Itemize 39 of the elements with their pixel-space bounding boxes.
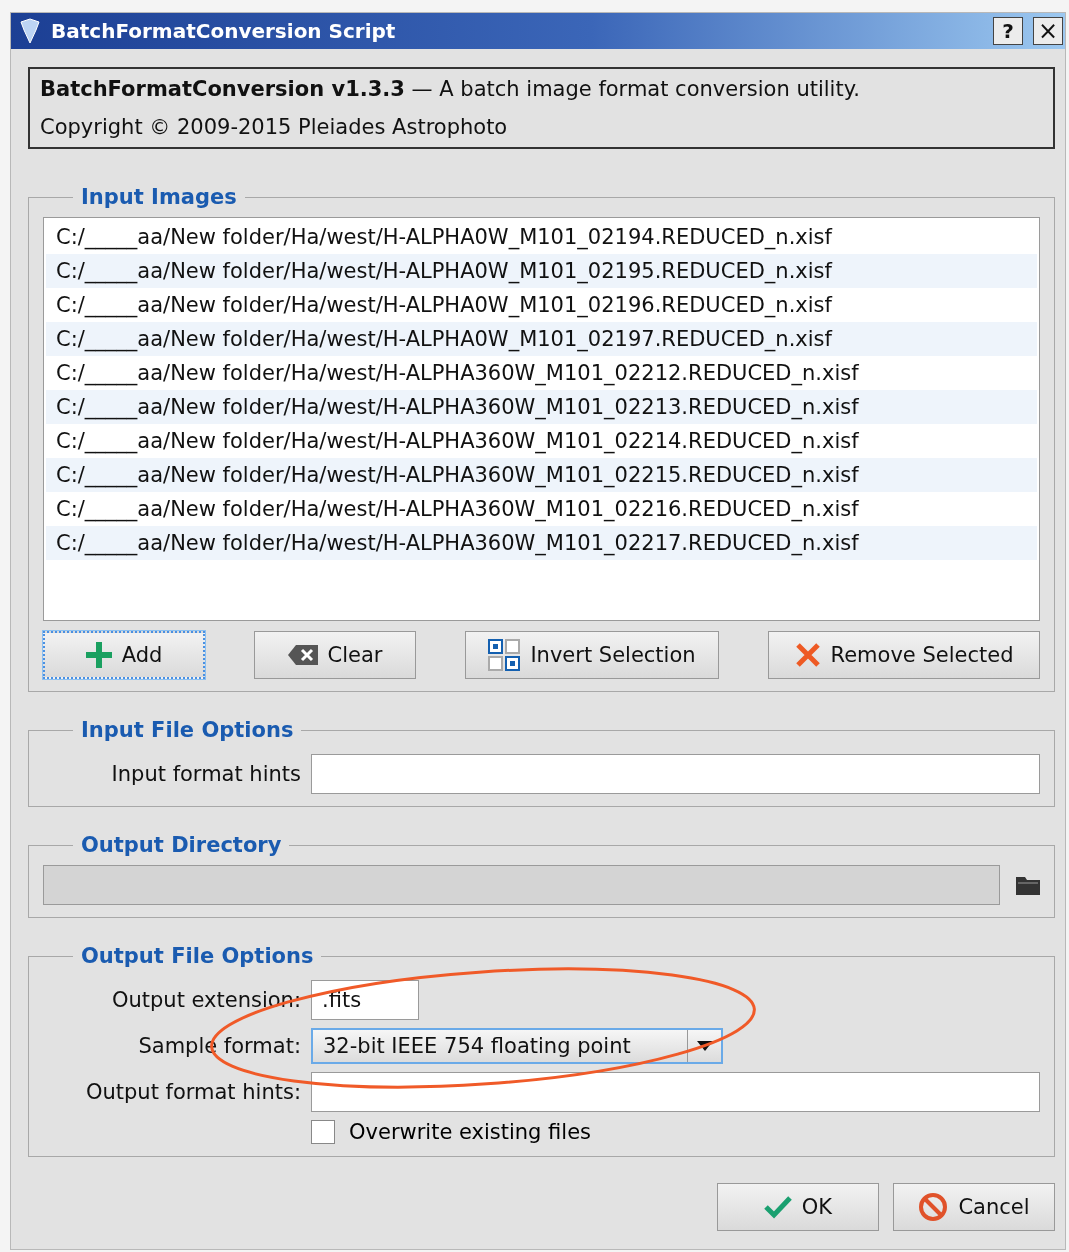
group-title: Input Images — [80, 185, 238, 209]
file-list-item[interactable]: C:/_____aa/New folder/Ha/west/H-ALPHA360W_M101_02215.REDUCED_n.xisf — [46, 458, 1037, 492]
checkmark-icon — [763, 1195, 792, 1219]
cross-icon — [794, 642, 821, 668]
field-label: Output format hints: — [84, 1080, 301, 1104]
plus-icon — [85, 642, 112, 668]
window-title: BatchFormatConversion Script — [51, 19, 397, 43]
ok-button[interactable]: OK — [717, 1183, 879, 1231]
group-title: Output File Options — [80, 944, 315, 968]
script-description: BatchFormatConversion v1.3.3 — A batch image format conversion utility. — [40, 77, 861, 101]
file-list-item[interactable]: C:/_____aa/New folder/Ha/west/H-ALPHA0W_M101_02195.REDUCED_n.xisf — [46, 254, 1037, 288]
clear-button[interactable]: Clear — [254, 631, 416, 679]
add-button[interactable]: Add — [43, 631, 205, 679]
group-title: Output Directory — [80, 833, 283, 857]
output-format-hints-field[interactable] — [311, 1072, 1040, 1112]
file-list-item[interactable]: C:/_____aa/New folder/Ha/west/H-ALPHA360W_M101_02217.REDUCED_n.xisf — [46, 526, 1037, 560]
close-button[interactable]: × — [1033, 17, 1063, 45]
output-extension-field[interactable]: .fits — [311, 980, 419, 1020]
remove-button[interactable]: Remove Selected — [768, 631, 1040, 679]
file-list-item[interactable]: C:/_____aa/New folder/Ha/west/H-ALPHA0W_M101_02197.REDUCED_n.xisf — [46, 322, 1037, 356]
backspace-icon — [287, 645, 318, 665]
invert-button[interactable]: Invert Selection — [465, 631, 719, 679]
field-label: Output extension: — [110, 988, 301, 1012]
copyright-text: Copyright © 2009-2015 Pleiades Astrophoto — [40, 115, 509, 139]
checkbox-label: Overwrite existing files — [349, 1120, 592, 1144]
app-icon — [19, 18, 41, 44]
checkbox[interactable] — [311, 1120, 335, 1144]
prohibited-icon — [918, 1192, 949, 1222]
dropdown-arrow-icon — [696, 1041, 713, 1051]
file-list[interactable] — [43, 217, 1040, 621]
folder-icon[interactable] — [1016, 875, 1040, 895]
grid-squares-icon — [488, 639, 521, 671]
help-button[interactable]: ? — [993, 17, 1023, 45]
sample-format-dropdown[interactable]: 32-bit IEEE 754 floating point — [311, 1028, 723, 1064]
cancel-button[interactable]: Cancel — [893, 1183, 1055, 1231]
group-title: Input File Options — [80, 718, 295, 742]
input-format-hints-field[interactable] — [311, 754, 1040, 794]
field-label: Input format hints — [110, 762, 301, 786]
file-list-item[interactable]: C:/_____aa/New folder/Ha/west/H-ALPHA360W_M101_02213.REDUCED_n.xisf — [46, 390, 1037, 424]
